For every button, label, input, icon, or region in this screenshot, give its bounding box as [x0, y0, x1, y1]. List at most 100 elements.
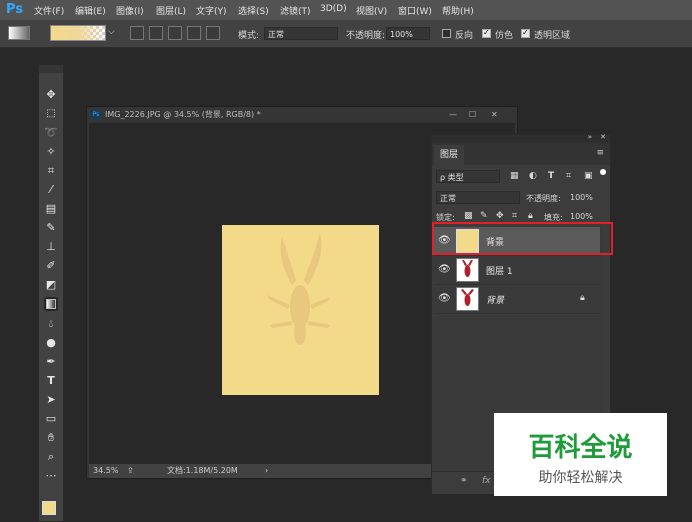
lasso-tool-icon[interactable]: ➰ — [44, 126, 58, 140]
chevron-down-icon[interactable]: ⌵ — [108, 27, 115, 37]
blend-mode-select[interactable]: 正常 — [264, 27, 338, 40]
filter-shape-icon[interactable]: ⌗ — [566, 171, 571, 181]
collapse-icon[interactable]: » — [588, 133, 592, 141]
menu-filter[interactable]: 滤镜(T) — [280, 4, 311, 17]
diamond-gradient-button[interactable] — [206, 26, 220, 40]
blend-mode-value: 正常 — [268, 30, 284, 39]
chevron-right-icon[interactable]: › — [265, 464, 268, 478]
foreground-color-swatch[interactable] — [42, 501, 56, 515]
linear-gradient-button[interactable] — [130, 26, 144, 40]
menu-window[interactable]: 窗口(W) — [398, 4, 432, 17]
lock-transparent-icon[interactable]: ▩ — [464, 211, 473, 221]
filter-smart-object-icon[interactable]: ▣ — [584, 171, 593, 181]
crawfish-ghost-icon — [267, 233, 330, 345]
menu-file[interactable]: 文件(F) — [34, 4, 64, 17]
eye-icon[interactable]: 👁︎ — [438, 235, 451, 247]
filter-kind-value: ρ 类型 — [440, 173, 464, 182]
radial-gradient-button[interactable] — [149, 26, 163, 40]
gradient-tool-icon[interactable] — [44, 297, 58, 311]
hand-tool-icon[interactable]: ✋︎ — [44, 431, 58, 445]
fill-value[interactable]: 100% — [570, 212, 593, 221]
menu-type[interactable]: 文字(Y) — [196, 4, 227, 17]
healing-brush-tool-icon[interactable]: ▤ — [44, 202, 58, 216]
toolbox-header[interactable] — [39, 65, 63, 73]
document-title: IMG_2226.JPG @ 34.5% (背景, RGB/8) * — [105, 110, 261, 119]
dodge-tool-icon[interactable]: ● — [44, 336, 58, 350]
lock-artboard-icon[interactable]: ⌗ — [512, 211, 517, 221]
clone-stamp-tool-icon[interactable]: ⊥ — [44, 240, 58, 254]
document-image — [222, 225, 379, 395]
path-selection-tool-icon[interactable]: ➤ — [44, 393, 58, 407]
panel-close-icon[interactable]: ✕ — [600, 133, 606, 141]
gradient-picker[interactable] — [50, 25, 106, 41]
lock-image-icon[interactable]: ✎ — [480, 211, 488, 221]
magic-wand-tool-icon[interactable]: ✧ — [44, 145, 58, 159]
zoom-level[interactable]: 34.5% — [93, 464, 118, 478]
brush-tool-icon[interactable]: ✎ — [44, 221, 58, 235]
filter-toggle-icon[interactable] — [600, 169, 606, 175]
reverse-checkbox[interactable] — [442, 29, 451, 38]
filter-adjustment-icon[interactable]: ◐ — [529, 171, 537, 181]
layer-opacity-value[interactable]: 100% — [570, 193, 593, 202]
filter-kind-select[interactable]: ρ 类型 — [436, 170, 500, 183]
layer-name[interactable]: 背景 — [486, 235, 504, 248]
dither-checkbox[interactable] — [482, 28, 491, 38]
menu-help[interactable]: 帮助(H) — [442, 4, 474, 17]
tool-preset-picker[interactable] — [8, 26, 30, 40]
zoom-tool-icon[interactable]: ⌕ — [44, 450, 58, 464]
reflected-gradient-button[interactable] — [187, 26, 201, 40]
eraser-tool-icon[interactable]: ◩ — [44, 278, 58, 292]
more-tools-icon[interactable]: ⋯ — [44, 469, 58, 483]
layer-thumbnail — [456, 229, 479, 253]
layer-thumbnail — [456, 258, 479, 282]
watermark-subtitle: 助你轻松解决 — [538, 470, 623, 486]
menu-image[interactable]: 图像(I) — [116, 4, 144, 17]
layer-row-background-selected[interactable]: 👁︎ 背景 — [434, 227, 600, 256]
filter-pixel-icon[interactable]: ▦ — [510, 171, 519, 181]
lock-all-icon[interactable]: 🔒︎ — [528, 211, 533, 221]
filter-type-icon[interactable]: T — [548, 171, 554, 181]
lock-position-icon[interactable]: ✥ — [496, 211, 504, 221]
opacity-input[interactable]: 100% — [386, 27, 430, 40]
tab-layers[interactable]: 图层 — [434, 145, 464, 165]
pen-tool-icon[interactable]: ✒ — [44, 355, 58, 369]
layer-name[interactable]: 背景 — [486, 293, 504, 306]
reverse-label: 反向 — [455, 31, 474, 41]
layer-name[interactable]: 图层 1 — [486, 264, 513, 277]
blur-tool-icon[interactable]: 💧︎ — [44, 317, 58, 331]
type-tool-icon[interactable]: T — [44, 374, 58, 388]
link-layers-icon[interactable]: ⚭ — [460, 476, 468, 486]
minimize-icon[interactable]: — — [449, 107, 457, 123]
layer-row-layer1[interactable]: 👁︎ 图层 1 — [434, 256, 600, 285]
angle-gradient-button[interactable] — [168, 26, 182, 40]
eye-icon[interactable]: 👁︎ — [438, 293, 451, 305]
crop-tool-icon[interactable]: ⌗ — [44, 164, 58, 178]
share-icon[interactable]: ⇪ — [127, 464, 134, 478]
menu-3d[interactable]: 3D(D) — [320, 4, 347, 14]
watermark-card: 百科全说 助你轻松解决 — [494, 413, 667, 496]
marquee-tool-icon[interactable]: ⬚ — [44, 107, 58, 121]
transparency-label: 透明区域 — [534, 31, 571, 41]
lock-label: 锁定: — [436, 213, 455, 222]
ps-doc-icon: Ps — [91, 110, 101, 120]
menu-select[interactable]: 选择(S) — [238, 4, 269, 17]
document-title-bar[interactable]: Ps IMG_2226.JPG @ 34.5% (背景, RGB/8) * — … — [89, 107, 515, 123]
menu-edit[interactable]: 编辑(E) — [75, 4, 106, 17]
layer-blend-mode-select[interactable]: 正常 — [436, 191, 520, 204]
layer-blend-mode-value: 正常 — [440, 194, 456, 203]
panel-header-strip[interactable]: » ✕ — [432, 133, 610, 143]
move-tool-icon[interactable]: ✥ — [44, 88, 58, 102]
rectangle-tool-icon[interactable]: ▭ — [44, 412, 58, 426]
maximize-icon[interactable]: ☐ — [469, 107, 476, 123]
layer-row-background[interactable]: 👁︎ 背景 🔒︎ — [434, 285, 600, 314]
eyedropper-tool-icon[interactable]: ⁄ — [44, 183, 58, 197]
transparency-checkbox[interactable] — [521, 28, 530, 38]
eye-icon[interactable]: 👁︎ — [438, 264, 451, 276]
menu-view[interactable]: 视图(V) — [356, 4, 387, 17]
layer-style-icon[interactable]: fx — [482, 476, 491, 486]
menu-layer[interactable]: 图层(L) — [156, 4, 186, 17]
history-brush-tool-icon[interactable]: ✐ — [44, 259, 58, 273]
close-icon[interactable]: ✕ — [491, 107, 498, 123]
photoshop-logo: Ps — [6, 2, 24, 17]
panel-menu-icon[interactable]: ≡ — [596, 148, 604, 158]
